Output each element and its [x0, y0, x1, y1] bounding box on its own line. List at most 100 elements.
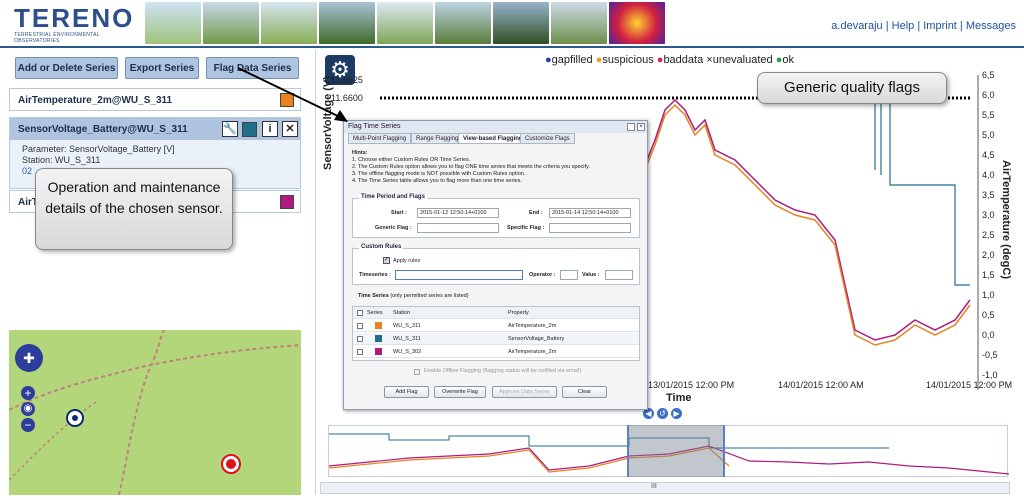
dialog-title: Flag Time Series	[344, 121, 647, 133]
start-input[interactable]: 2015-01-12 12:50:14+0100	[417, 208, 499, 218]
table-row[interactable]: WU_S_311 SensorVoltage_Battery	[353, 333, 639, 345]
legend-baddata: baddata	[663, 54, 704, 66]
fieldset-legend: Time Period and Flags	[359, 194, 427, 200]
series-extra-link[interactable]: 02	[22, 166, 32, 176]
banner-photo	[319, 2, 375, 44]
quality-flags-callout: Generic quality flags	[757, 72, 947, 104]
banner-photo	[145, 2, 201, 44]
row-color-swatch	[375, 335, 382, 342]
add-delete-series-button[interactable]: Add or Delete Series	[15, 57, 118, 79]
row-color-swatch	[375, 348, 382, 355]
value-label: Value :	[582, 272, 600, 278]
tab-multi-point[interactable]: Multi-Point Flagging	[348, 133, 412, 144]
clear-button[interactable]: Clear	[562, 386, 607, 398]
banner-photo	[493, 2, 549, 44]
maximize-icon[interactable]	[627, 123, 635, 131]
generic-flag-label: Generic Flag :	[375, 225, 412, 231]
x-tick: 13/01/2015 12:00 PM	[648, 380, 735, 390]
table-row[interactable]: WU_S_311 AirTemperature_2m	[353, 320, 639, 332]
row-property: AirTemperature_2m	[508, 323, 557, 329]
legend-suspicious: suspicious	[602, 54, 654, 66]
operator-select[interactable]	[560, 270, 578, 280]
globe-icon[interactable]: ◉	[21, 402, 35, 416]
right-tick: -0,5	[982, 350, 998, 360]
ts-table-title: Time Series	[358, 293, 389, 299]
select-all-checkbox[interactable]	[357, 310, 363, 316]
right-tick: 4,0	[982, 170, 995, 180]
fieldset-legend: Custom Rules	[359, 244, 404, 250]
help-link[interactable]: Help	[892, 20, 915, 32]
row-station: WU_S_311	[393, 323, 421, 329]
tereno-logo[interactable]: TERENO TERRESTRIAL ENVIRONMENTAL OBSERVA…	[14, 4, 134, 44]
right-tick: 4,5	[982, 150, 995, 160]
row-checkbox[interactable]	[357, 323, 363, 329]
specific-flag-select[interactable]	[549, 223, 631, 233]
apply-rules-checkbox[interactable]: ✓	[383, 257, 390, 264]
tab-range[interactable]: Range Flagging	[411, 133, 464, 144]
ts-table: Series Station Property WU_S_311 AirTemp…	[352, 306, 640, 361]
value-input[interactable]	[605, 270, 633, 280]
timeseries-select[interactable]	[395, 270, 523, 280]
pan-right-icon[interactable]: ▶	[671, 408, 682, 419]
tab-customize[interactable]: Customize Flags	[520, 133, 575, 144]
right-tick: 3,5	[982, 190, 995, 200]
ts-table-heading: Time Series (only permitted series are l…	[358, 293, 469, 299]
right-tick: 1,5	[982, 270, 995, 280]
legend-ok: ok	[782, 54, 794, 66]
right-axis-label: AirTemperature (degC)	[1000, 160, 1012, 279]
offline-label: Enable Offline Flagging (flagging status…	[424, 368, 582, 374]
series-label: AirTemperature_2m@WU_S_311	[18, 95, 173, 106]
column-header: Property	[508, 310, 529, 316]
series-station: Station: WU_S_311	[22, 155, 101, 165]
offline-checkbox[interactable]	[414, 369, 420, 375]
row-property: SensorVoltage_Battery	[508, 336, 565, 342]
flag-time-series-dialog[interactable]: Flag Time Series × Multi-Point Flagging …	[343, 120, 648, 410]
end-input[interactable]: 2015-01-14 12:50:14+0100	[549, 208, 631, 218]
scrollbar[interactable]: III	[320, 482, 1010, 494]
row-property: AirTemperature_2m	[508, 349, 557, 355]
series-color-swatch[interactable]	[280, 195, 294, 209]
hints-title: Hints:	[352, 150, 368, 156]
zoom-out-icon[interactable]: −	[21, 418, 35, 432]
messages-link[interactable]: Messages	[966, 20, 1016, 32]
banner-radar-image	[609, 2, 665, 44]
table-row[interactable]: WU_S_302 AirTemperature_2m	[353, 346, 639, 358]
x-tick: 14/01/2015 12:00 AM	[778, 380, 864, 390]
time-period-fieldset: Time Period and Flags Start : 2015-01-12…	[352, 194, 640, 238]
pan-control-icon[interactable]: ✚	[15, 344, 43, 372]
pointer-arrow	[237, 67, 348, 122]
x-tick: 14/01/2015 12:00 PM	[926, 380, 1013, 390]
map-view[interactable]: ✚ + ◉ −	[9, 330, 301, 495]
series-label: SensorVoltage_Battery@WU_S_311	[18, 124, 188, 135]
generic-flag-select[interactable]	[417, 223, 499, 233]
banner-photo	[551, 2, 607, 44]
username-link[interactable]: a.devaraju	[831, 20, 882, 32]
approve-data-series-button[interactable]: Approve Data Series	[492, 386, 557, 398]
imprint-link[interactable]: Imprint	[923, 20, 957, 32]
apply-rules-label: Apply rules	[393, 258, 421, 264]
reset-view-icon[interactable]: ↺	[657, 408, 668, 419]
legend-unevaluated: unevaluated	[712, 54, 773, 66]
overwrite-flag-button[interactable]: Overwrite Flag	[434, 386, 486, 398]
navigator-selection[interactable]	[627, 425, 725, 477]
tab-view-based[interactable]: View-based Flagging	[458, 133, 528, 144]
add-flag-button[interactable]: Add Flag	[384, 386, 429, 398]
map-graphics	[9, 330, 301, 495]
logo-text: TERENO	[14, 3, 135, 33]
user-links: a.devaraju | Help | Imprint | Messages	[831, 20, 1016, 32]
row-checkbox[interactable]	[357, 336, 363, 342]
row-checkbox[interactable]	[357, 349, 363, 355]
hint-line: 4. The Time Series table allows you to f…	[352, 178, 522, 184]
series-parameter: Parameter: SensorVoltage_Battery [V]	[22, 144, 175, 154]
column-header: Station	[393, 310, 411, 316]
right-tick: 1,0	[982, 290, 995, 300]
right-tick: 6,5	[982, 70, 995, 80]
close-icon[interactable]: ×	[637, 123, 645, 131]
zoom-in-icon[interactable]: +	[21, 386, 35, 400]
export-series-button[interactable]: Export Series	[125, 57, 199, 79]
right-tick: 6,0	[982, 90, 995, 100]
banner-photo	[261, 2, 317, 44]
legend-gapfilled: gapfilled	[551, 54, 593, 66]
scrollbar-grip[interactable]: III	[651, 483, 657, 490]
start-label: Start :	[391, 210, 407, 216]
